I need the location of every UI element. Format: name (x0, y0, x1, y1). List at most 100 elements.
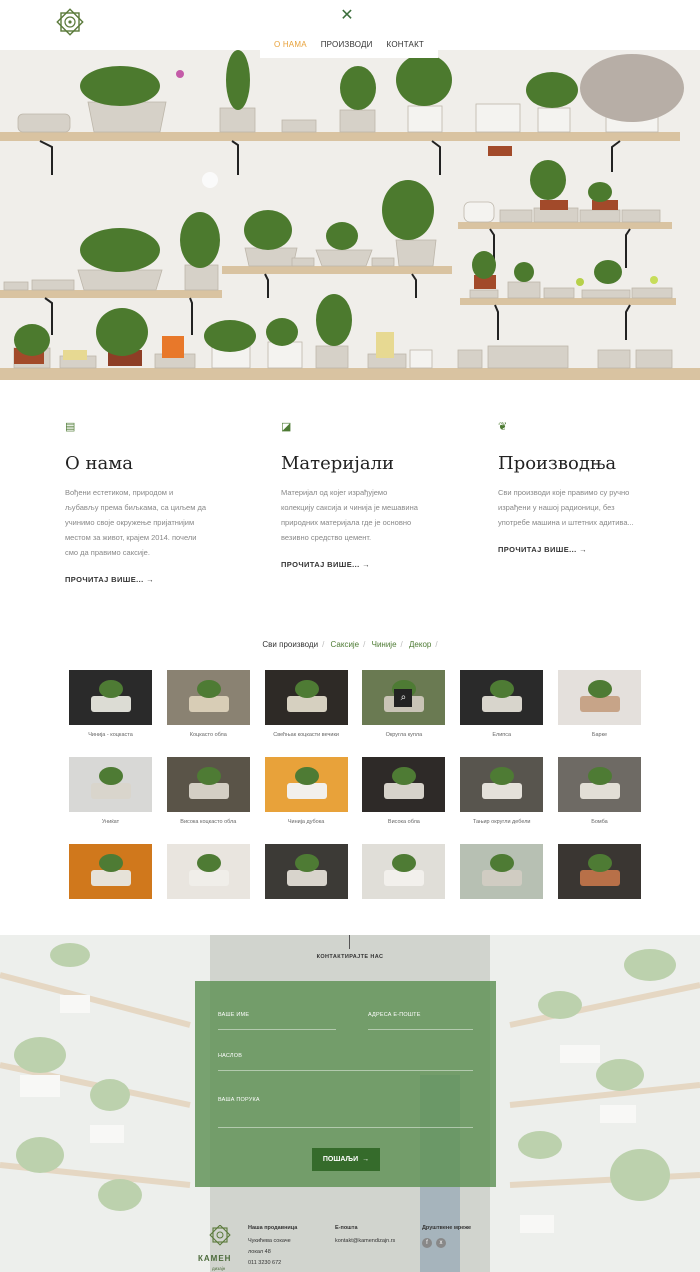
product-tile[interactable]: Свећњак коцкасти вечики (264, 670, 348, 738)
product-tile[interactable]: Чинија - коцкаста (69, 670, 152, 738)
close-icon[interactable]: ✕ (339, 8, 355, 24)
product-tile[interactable] (362, 844, 446, 899)
product-image[interactable] (166, 757, 250, 812)
footer-email: Е-пошта kontakt@kamendizajn.rs (335, 1223, 395, 1247)
footer-social: Друштвене мреже fx (422, 1225, 472, 1248)
product-grid: Чинија - коцкаста Коцкасто обла Свећњак ко… (69, 670, 641, 910)
product-image[interactable] (166, 844, 250, 899)
footer-shop: Наша продавница Чукићева сокаче локал 48… (248, 1225, 298, 1266)
email-label: АДРЕСА Е-ПОШТЕ (368, 1012, 421, 1018)
feature-about: ▤ О нама Вођени естетиком, природом и љуб… (65, 420, 235, 584)
arrow-right-icon: → (362, 560, 370, 569)
product-image[interactable] (69, 757, 152, 812)
leaf-icon: ❦ (498, 421, 508, 433)
arrow-right-icon: → (146, 575, 154, 584)
product-caption: Свећњак коцкасти вечики (273, 732, 339, 738)
email-input[interactable] (368, 1029, 473, 1030)
product-tile[interactable]: Висока коцкасто обла (166, 757, 250, 825)
filter-bowls[interactable]: Чиније (372, 640, 397, 649)
facebook-icon[interactable]: f (422, 1238, 432, 1248)
filter-all[interactable]: Сви производи (262, 640, 318, 649)
message-textarea[interactable] (218, 1127, 473, 1128)
product-caption: Висока коцкасто обла (180, 819, 237, 825)
product-image[interactable] (558, 670, 641, 725)
product-tile[interactable]: Коцкасто обла (166, 670, 250, 738)
read-more-link[interactable]: ПРОЧИТАЈ ВИШЕ... → (498, 545, 587, 554)
product-caption: Висока обла (387, 819, 420, 825)
arrow-right-icon: → (579, 545, 587, 554)
feature-production: ❦ Производња Сви производи које правимо … (498, 420, 668, 554)
product-tile[interactable]: Барке (558, 670, 641, 738)
product-tile[interactable]: ⌕ Округла купла (362, 670, 446, 738)
product-tile[interactable] (460, 844, 544, 899)
product-image[interactable] (69, 670, 152, 725)
filter-pots[interactable]: Саксије (331, 640, 360, 649)
feature-title: Материјали (281, 453, 395, 474)
product-image[interactable] (264, 757, 348, 812)
product-image[interactable] (264, 670, 348, 725)
product-caption: Чинија дубока (287, 819, 325, 825)
product-tile[interactable]: Чинија дубока (264, 757, 348, 825)
feature-text: Сви производи које правимо су ручно израђ… (498, 488, 634, 527)
feature-title: Производња (498, 453, 617, 474)
product-image[interactable] (69, 844, 152, 899)
document-icon: ▤ (65, 421, 76, 433)
read-more-link[interactable]: ПРОЧИТАЈ ВИШЕ... → (281, 560, 370, 569)
product-tile[interactable]: Тањир округли дебели (460, 757, 544, 825)
product-image[interactable] (264, 844, 348, 899)
read-more-link[interactable]: ПРОЧИТАЈ ВИШЕ... → (65, 575, 154, 584)
name-input[interactable] (218, 1029, 336, 1030)
product-tile[interactable]: Елипса (460, 670, 544, 738)
x-icon[interactable]: x (436, 1238, 446, 1248)
product-image[interactable] (558, 844, 641, 899)
product-tile[interactable] (166, 844, 250, 899)
subject-input[interactable] (218, 1070, 473, 1071)
product-caption: Бомба (591, 819, 608, 825)
footer-brand-sub: дизајн (212, 1266, 226, 1271)
email-link[interactable]: kontakt@kamendizajn.rs (335, 1236, 395, 1247)
product-caption: Униќат (101, 819, 120, 825)
arrow-right-icon: → (362, 1156, 370, 1163)
product-caption: Коцкасто обла (189, 732, 227, 738)
nav-about[interactable]: О НАМА (274, 40, 307, 49)
nav-contact[interactable]: КОНТАКТ (387, 40, 424, 49)
feature-text: Материјал од којег израђујемо колекцију с… (281, 488, 418, 542)
product-image[interactable] (460, 670, 544, 725)
contact-section: КОНТАКТИРАЈТЕ НАС ВАШЕ ИМЕ АДРЕСА Е-ПОШТ… (0, 935, 700, 1272)
feature-materials: ◪ Материјали Материјал од којег израђује… (281, 420, 451, 569)
product-image[interactable] (166, 670, 250, 725)
product-filters: Сви производи / Саксије / Чиније / Декор / (262, 640, 438, 649)
product-tile[interactable]: Висока обла (362, 757, 446, 825)
feature-title: О нама (65, 453, 133, 474)
product-image[interactable] (558, 757, 641, 812)
feature-text: Вођени естетиком, природом и љубављу прем… (65, 488, 206, 557)
contact-form: ВАШЕ ИМЕ АДРЕСА Е-ПОШТЕ НАСЛОВ ВАША ПОРУ… (195, 981, 496, 1187)
product-caption: Тањир округли дебели (472, 819, 531, 825)
nav-products[interactable]: ПРОИЗВОДИ (321, 40, 373, 49)
product-image[interactable] (460, 757, 544, 812)
product-tile[interactable] (69, 844, 152, 899)
filter-decor[interactable]: Декор (409, 640, 431, 649)
product-image[interactable]: ⌕ (362, 670, 446, 725)
logo[interactable] (52, 4, 88, 40)
product-tile[interactable] (558, 844, 641, 899)
product-caption: Барке (591, 732, 608, 738)
product-caption: Елипса (492, 732, 512, 738)
name-label: ВАШЕ ИМЕ (218, 1012, 250, 1018)
product-image[interactable] (362, 757, 446, 812)
edit-icon: ◪ (281, 421, 292, 433)
contact-title: КОНТАКТИРАЈТЕ НАС (316, 954, 384, 960)
product-caption: Округла купла (385, 732, 423, 738)
product-tile[interactable]: Бомба (558, 757, 641, 825)
product-caption: Чинија - коцкаста (88, 732, 133, 738)
product-tile[interactable]: Униќат (69, 757, 152, 825)
hero-image (0, 50, 700, 380)
product-image[interactable] (460, 844, 544, 899)
subject-label: НАСЛОВ (218, 1053, 243, 1059)
submit-button[interactable]: ПОШАЉИ → (312, 1148, 380, 1171)
zoom-icon[interactable]: ⌕ (394, 689, 413, 707)
product-image[interactable] (362, 844, 446, 899)
message-label: ВАША ПОРУКА (218, 1097, 260, 1103)
main-nav: О НАМА ПРОИЗВОДИ КОНТАКТ (260, 36, 438, 58)
product-tile[interactable] (264, 844, 348, 899)
